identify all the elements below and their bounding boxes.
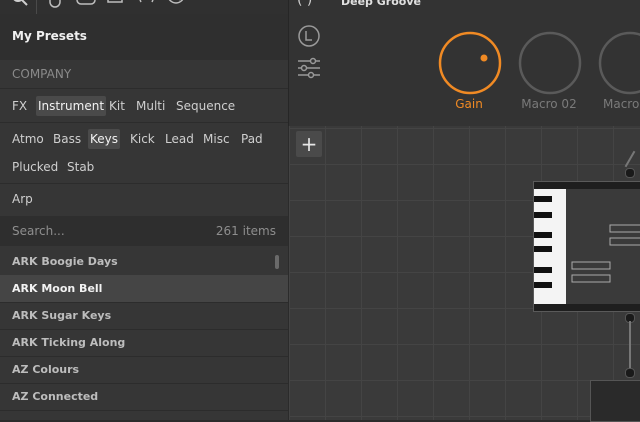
list-item[interactable]: ARK Sugar Keys — [0, 302, 288, 330]
type-tag-multi[interactable]: Multi — [134, 96, 167, 116]
gain-label: Gain — [455, 97, 483, 111]
list-item[interactable]: ARK Boogie Days — [0, 248, 288, 276]
top-icon-bar — [0, 0, 288, 14]
hand-icon[interactable] — [46, 0, 66, 10]
category-tag-keys[interactable]: Keys — [88, 129, 121, 149]
presets-header: My Presets — [0, 14, 288, 60]
add-button[interactable]: + — [296, 131, 322, 157]
macro-03-knob[interactable] — [597, 30, 640, 100]
company-filter[interactable]: COMPANY — [12, 67, 71, 81]
gain-knob[interactable] — [437, 30, 503, 100]
piano-roll-preview — [534, 182, 640, 311]
search-bar[interactable]: Search... 261 items — [0, 216, 288, 246]
connection-port[interactable] — [625, 168, 635, 178]
connection-port[interactable] — [625, 368, 635, 378]
category-tag-plucked[interactable]: Plucked — [10, 157, 60, 177]
type-tag-kit[interactable]: Kit — [107, 96, 127, 116]
category-filter-row: Atmo Bass Keys Kick Lead Misc Pad — [0, 129, 288, 151]
paren-icon[interactable] — [136, 0, 158, 10]
cloud-icon[interactable] — [74, 0, 98, 10]
clock-icon[interactable] — [166, 0, 188, 10]
type-tag-fx[interactable]: FX — [10, 96, 29, 116]
tag-arp[interactable]: Arp — [12, 192, 33, 206]
category-filter-row-2: Plucked Stab — [0, 157, 288, 179]
category-tag-lead[interactable]: Lead — [163, 129, 196, 149]
piano-roll-node[interactable] — [533, 181, 640, 312]
type-filter-row: FX Instrument Kit Multi Sequence — [0, 96, 288, 118]
list-item-selected[interactable]: ARK Moon Bell — [0, 275, 288, 303]
type-tag-sequence[interactable]: Sequence — [174, 96, 237, 116]
list-item[interactable]: ARK Ticking Along — [0, 329, 288, 357]
category-tag-bass[interactable]: Bass — [51, 129, 83, 149]
category-tag-atmo[interactable]: Atmo — [10, 129, 46, 149]
category-tag-misc[interactable]: Misc — [201, 129, 232, 149]
list-scrollbar[interactable] — [275, 255, 279, 269]
connection-cable — [629, 321, 631, 369]
type-tag-instrument[interactable]: Instrument — [36, 96, 107, 116]
category-tag-kick[interactable]: Kick — [128, 129, 157, 149]
list-item[interactable]: AZ Connected — [0, 383, 288, 411]
presets-panel: My Presets COMPANY FX Instrument Kit Mul… — [0, 0, 288, 420]
paren-icon: ( ) — [297, 0, 313, 8]
category-tag-pad[interactable]: Pad — [239, 129, 265, 149]
dropdown-icon[interactable] — [262, 0, 276, 10]
macro-panel: ( ) Deep Groove Gain Macro 02 Macro — [288, 0, 640, 126]
page-title: My Presets — [12, 29, 87, 43]
list-item[interactable]: AZ Colours — [0, 356, 288, 384]
macro-02-knob[interactable] — [517, 30, 583, 100]
macro-03-label: Macro — [603, 97, 640, 111]
module-node[interactable] — [590, 380, 640, 422]
item-count: 261 items — [215, 224, 276, 238]
macro-02-label: Macro 02 — [521, 97, 577, 111]
search-input[interactable]: Search... — [12, 224, 65, 238]
sliders-icon[interactable] — [297, 57, 321, 83]
preset-name: Deep Groove — [341, 0, 421, 8]
category-tag-stab[interactable]: Stab — [65, 157, 96, 177]
search-icon[interactable] — [10, 0, 30, 10]
l-circle-icon[interactable] — [297, 24, 321, 52]
square-icon[interactable] — [106, 0, 126, 10]
